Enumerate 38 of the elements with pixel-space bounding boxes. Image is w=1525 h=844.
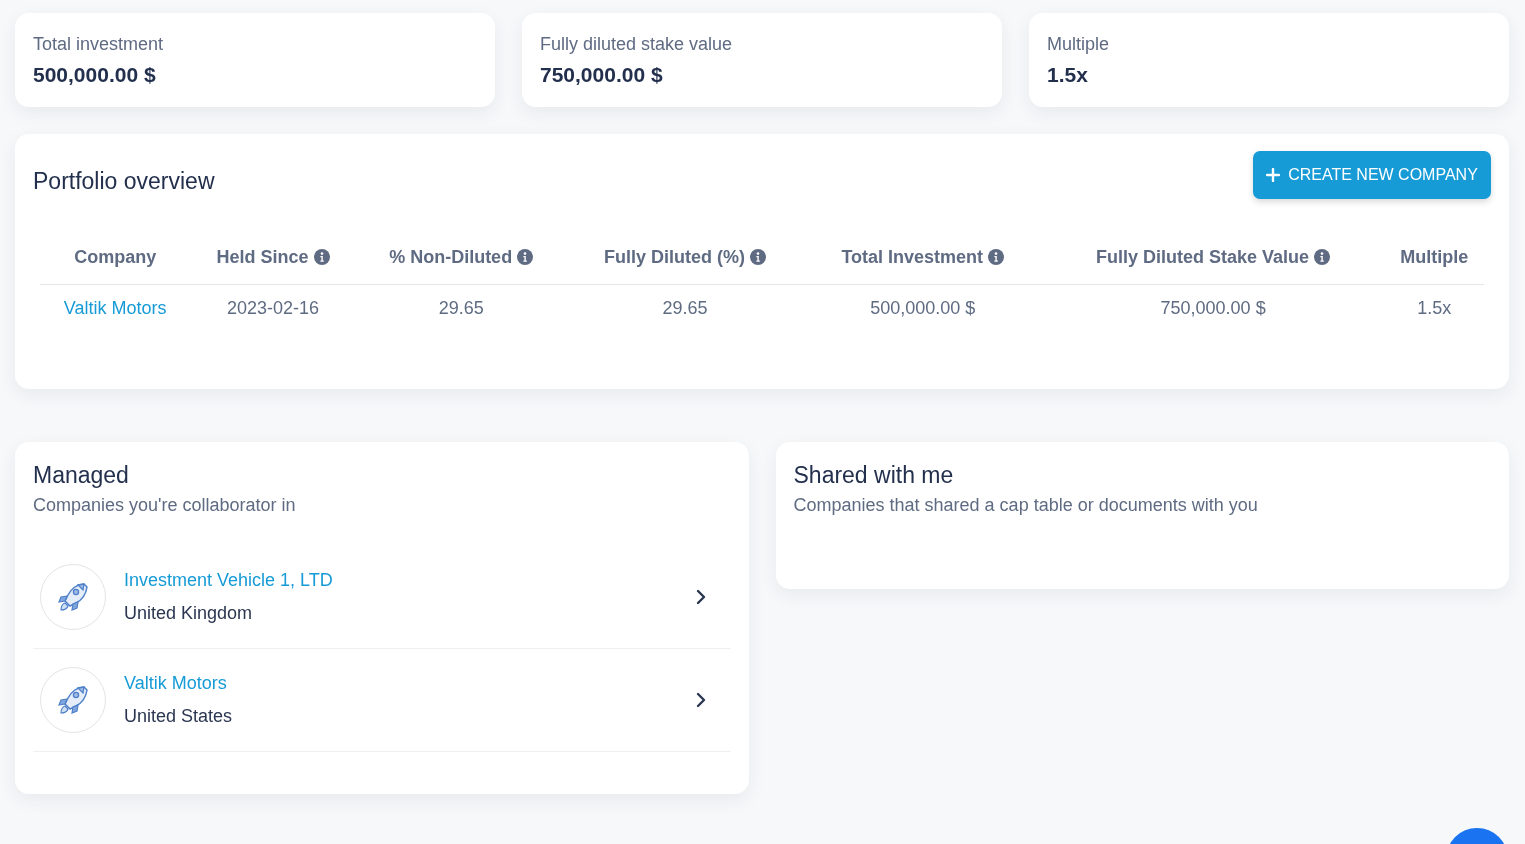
column-header: Held Since [190,247,356,285]
column-header: % Non-Diluted [355,247,567,285]
table-cell: 2023-02-16 [227,298,320,318]
table-cell: 750,000.00 $ [1160,298,1266,318]
column-header: Total Investment [803,247,1042,285]
info-icon [1314,249,1331,265]
company-name: Valtik Motors [124,673,228,694]
stat-value: 1.5x [1047,63,1089,87]
company-country: United States [124,706,234,727]
table-cell: 1.5x [1417,298,1452,318]
stat-label: Total investment [33,34,165,55]
table-cell: 29.65 [438,298,484,318]
section-title: Managed [33,462,130,489]
stat-label: Fully diluted stake value [540,34,734,55]
stat-label: Multiple [1047,34,1111,55]
company-country: United Kingdom [124,603,254,624]
company-item[interactable]: Investment Vehicle 1, LTD United Kingdom [33,546,731,649]
info-icon [750,249,767,265]
plus-icon [1266,168,1281,182]
section-subtitle: Companies you're collaborator in [33,495,297,516]
company-item[interactable]: Valtik Motors United States [33,649,731,752]
column-header: Multiple [1384,247,1484,285]
table-cell: 500,000.00 $ [870,298,976,318]
section-title: Portfolio overview [33,168,215,195]
section-title: Shared with me [793,462,955,489]
info-icon [313,249,330,265]
chevron-right-icon [695,692,706,708]
stat-value: 500,000.00 $ [33,63,157,87]
chevron-right-icon [695,589,706,605]
table-cell: 29.65 [662,298,708,318]
stat-value: 750,000.00 $ [540,63,664,87]
section-subtitle: Companies that shared a cap table or documents with you [793,495,1259,516]
info-icon [988,249,1005,265]
column-header: Company [40,247,191,285]
column-header: Fully Diluted Stake Value [1041,247,1385,285]
column-header: Fully Diluted (%) [566,247,804,285]
company-name: Investment Vehicle 1, LTD [124,570,334,591]
info-icon [517,249,534,265]
